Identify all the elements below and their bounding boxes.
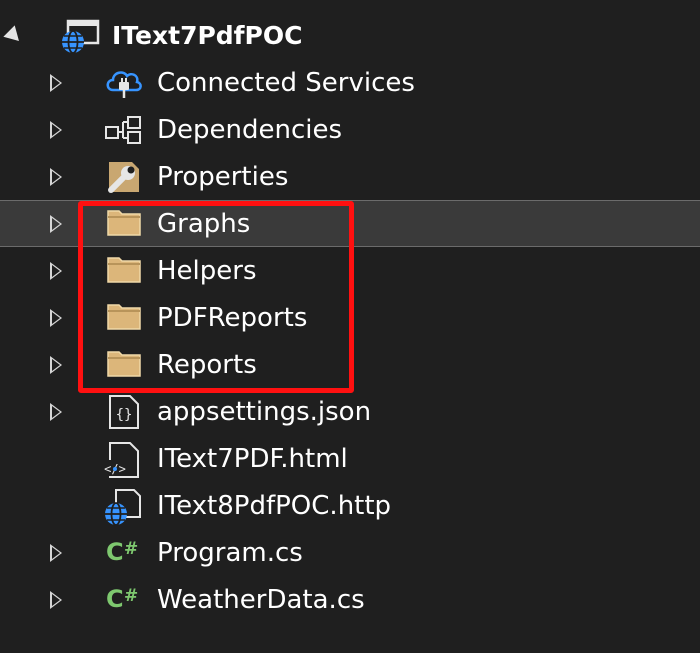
http-file-icon: [102, 488, 141, 526]
collapsed-arrow-icon[interactable]: [50, 120, 62, 139]
folder-icon: [106, 348, 144, 382]
tree-item-label: Reports: [157, 349, 257, 380]
tree-item-properties[interactable]: Properties: [0, 153, 700, 200]
tree-item-project[interactable]: IText7PdfPOC: [0, 12, 700, 59]
tree-item-pdfreports[interactable]: PDFReports: [0, 294, 700, 341]
tree-item-dependencies[interactable]: Dependencies: [0, 106, 700, 153]
globe-project-icon: [58, 19, 100, 54]
svg-text:#: #: [124, 539, 138, 559]
svg-text:{}: {}: [116, 407, 133, 423]
tree-item-label: Graphs: [157, 208, 251, 239]
connected-services-icon: [104, 66, 142, 100]
tree-item-http-file[interactable]: IText8PdfPOC.http: [0, 482, 700, 529]
collapsed-arrow-icon[interactable]: [50, 261, 62, 280]
tree-item-label: PDFReports: [157, 302, 308, 333]
tree-item-connected-services[interactable]: Connected Services: [0, 59, 700, 106]
tree-item-label: WeatherData.cs: [157, 584, 365, 615]
tree-item-label: IText8PdfPOC.http: [157, 490, 392, 521]
tree-item-helpers[interactable]: Helpers: [0, 247, 700, 294]
tree-item-program-cs[interactable]: C # Program.cs: [0, 529, 700, 576]
tree-item-label: Properties: [157, 161, 289, 192]
properties-wrench-icon: [104, 160, 142, 194]
csharp-file-icon: C #: [106, 536, 144, 570]
svg-text:#: #: [124, 586, 138, 606]
collapsed-arrow-icon[interactable]: [50, 402, 62, 421]
folder-icon: [106, 254, 144, 288]
svg-text:C: C: [106, 585, 124, 613]
collapsed-arrow-icon[interactable]: [50, 167, 62, 186]
collapsed-arrow-icon[interactable]: [50, 590, 62, 609]
solution-explorer-tree: IText7PdfPOC Connected Services Dependen…: [0, 0, 700, 653]
tree-item-label: Connected Services: [157, 67, 415, 98]
html-file-icon: </>: [104, 441, 142, 478]
project-label: IText7PdfPOC: [112, 20, 303, 50]
tree-item-label: IText7PDF.html: [157, 443, 348, 474]
svg-text:C: C: [106, 538, 124, 566]
tree-item-reports[interactable]: Reports: [0, 341, 700, 388]
folder-icon: [106, 207, 144, 241]
tree-item-label: Helpers: [157, 255, 257, 286]
csharp-file-icon: C #: [106, 583, 144, 617]
collapsed-arrow-icon[interactable]: [50, 543, 62, 562]
tree-item-weatherdata-cs[interactable]: C # WeatherData.cs: [0, 576, 700, 623]
collapsed-arrow-icon[interactable]: [50, 73, 62, 92]
clipped-previous-row: [0, 0, 700, 2]
tree-item-appsettings[interactable]: {} appsettings.json: [0, 388, 700, 435]
expanded-arrow-icon[interactable]: [3, 24, 25, 47]
collapsed-arrow-icon[interactable]: [50, 214, 62, 233]
json-file-icon: {}: [106, 394, 144, 429]
collapsed-arrow-icon[interactable]: [50, 308, 62, 327]
dependencies-icon: [104, 113, 142, 147]
tree-item-graphs[interactable]: Graphs: [0, 200, 700, 247]
tree-item-itext7pdf-html[interactable]: </> IText7PDF.html: [0, 435, 700, 482]
collapsed-arrow-icon[interactable]: [50, 355, 62, 374]
tree-item-label: Program.cs: [157, 537, 303, 568]
tree-item-label: Dependencies: [157, 114, 343, 145]
folder-icon: [106, 301, 144, 335]
tree-item-label: appsettings.json: [157, 396, 372, 427]
